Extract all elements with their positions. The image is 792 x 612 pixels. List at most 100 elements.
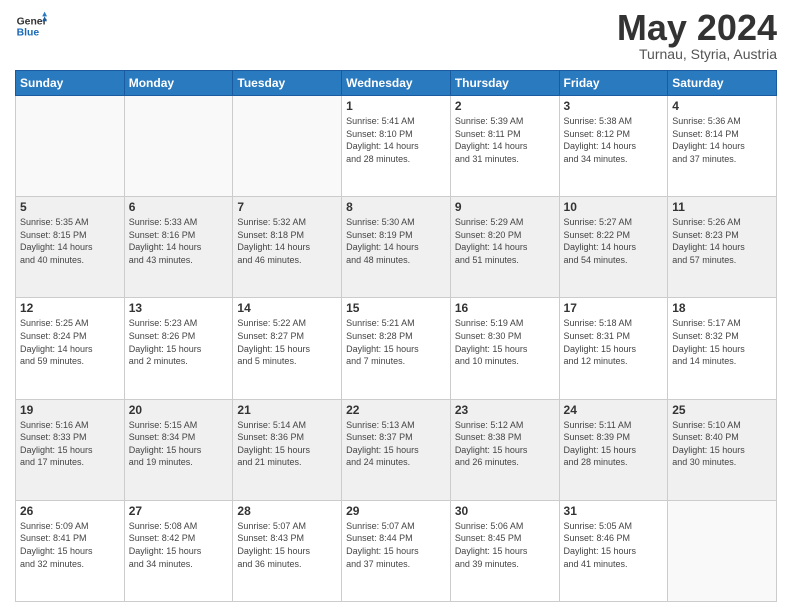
day-info: Sunrise: 5:19 AMSunset: 8:30 PMDaylight:… (455, 317, 555, 367)
day-info: Sunrise: 5:09 AMSunset: 8:41 PMDaylight:… (20, 520, 120, 570)
day-info: Sunrise: 5:29 AMSunset: 8:20 PMDaylight:… (455, 216, 555, 266)
table-row: 24 Sunrise: 5:11 AMSunset: 8:39 PMDayligh… (559, 399, 668, 500)
day-info: Sunrise: 5:41 AMSunset: 8:10 PMDaylight:… (346, 115, 446, 165)
table-row: 15 Sunrise: 5:21 AMSunset: 8:28 PMDayligh… (342, 298, 451, 399)
col-friday: Friday (559, 71, 668, 96)
day-number: 11 (672, 200, 772, 214)
table-row: 2Sunrise: 5:39 AMSunset: 8:11 PMDaylight… (450, 96, 559, 197)
col-thursday: Thursday (450, 71, 559, 96)
day-number: 4 (672, 99, 772, 113)
table-row: 3 Sunrise: 5:38 AMSunset: 8:12 PMDaylight… (559, 96, 668, 197)
table-row: 19Sunrise: 5:16 AMSunset: 8:33 PMDayligh… (16, 399, 125, 500)
title-block: May 2024 Turnau, Styria, Austria (617, 10, 777, 62)
calendar-table: Sunday Monday Tuesday Wednesday Thursday… (15, 70, 777, 602)
table-row (233, 96, 342, 197)
day-info: Sunrise: 5:35 AMSunset: 8:15 PMDaylight:… (20, 216, 120, 266)
calendar-week-4: 19Sunrise: 5:16 AMSunset: 8:33 PMDayligh… (16, 399, 777, 500)
day-info: Sunrise: 5:36 AMSunset: 8:14 PMDaylight:… (672, 115, 772, 165)
table-row: 12 Sunrise: 5:25 AMSunset: 8:24 PMDayligh… (16, 298, 125, 399)
table-row: 25 Sunrise: 5:10 AMSunset: 8:40 PMDayligh… (668, 399, 777, 500)
day-number: 24 (564, 403, 664, 417)
day-info: Sunrise: 5:11 AMSunset: 8:39 PMDaylight:… (564, 419, 664, 469)
col-tuesday: Tuesday (233, 71, 342, 96)
table-row: 26 Sunrise: 5:09 AMSunset: 8:41 PMDayligh… (16, 500, 125, 601)
table-row: 8Sunrise: 5:30 AMSunset: 8:19 PMDaylight… (342, 197, 451, 298)
table-row: 21Sunrise: 5:14 AMSunset: 8:36 PMDayligh… (233, 399, 342, 500)
day-number: 16 (455, 301, 555, 315)
day-number: 22 (346, 403, 446, 417)
table-row: 9 Sunrise: 5:29 AMSunset: 8:20 PMDaylight… (450, 197, 559, 298)
day-info: Sunrise: 5:10 AMSunset: 8:40 PMDaylight:… (672, 419, 772, 469)
table-row: 18 Sunrise: 5:17 AMSunset: 8:32 PMDayligh… (668, 298, 777, 399)
day-info: Sunrise: 5:25 AMSunset: 8:24 PMDaylight:… (20, 317, 120, 367)
day-info: Sunrise: 5:30 AMSunset: 8:19 PMDaylight:… (346, 216, 446, 266)
col-wednesday: Wednesday (342, 71, 451, 96)
table-row (124, 96, 233, 197)
day-number: 19 (20, 403, 120, 417)
table-row: 23Sunrise: 5:12 AMSunset: 8:38 PMDayligh… (450, 399, 559, 500)
day-info: Sunrise: 5:38 AMSunset: 8:12 PMDaylight:… (564, 115, 664, 165)
table-row: 13 Sunrise: 5:23 AMSunset: 8:26 PMDayligh… (124, 298, 233, 399)
day-info: Sunrise: 5:23 AMSunset: 8:26 PMDaylight:… (129, 317, 229, 367)
day-number: 12 (20, 301, 120, 315)
day-number: 28 (237, 504, 337, 518)
table-row: 22 Sunrise: 5:13 AMSunset: 8:37 PMDayligh… (342, 399, 451, 500)
day-number: 27 (129, 504, 229, 518)
day-number: 10 (564, 200, 664, 214)
day-info: Sunrise: 5:33 AMSunset: 8:16 PMDaylight:… (129, 216, 229, 266)
day-number: 7 (237, 200, 337, 214)
calendar-week-5: 26 Sunrise: 5:09 AMSunset: 8:41 PMDayligh… (16, 500, 777, 601)
page: General Blue May 2024 Turnau, Styria, Au… (0, 0, 792, 612)
day-info: Sunrise: 5:15 AMSunset: 8:34 PMDaylight:… (129, 419, 229, 469)
day-number: 30 (455, 504, 555, 518)
col-monday: Monday (124, 71, 233, 96)
day-number: 13 (129, 301, 229, 315)
calendar-header-row: Sunday Monday Tuesday Wednesday Thursday… (16, 71, 777, 96)
day-info: Sunrise: 5:21 AMSunset: 8:28 PMDaylight:… (346, 317, 446, 367)
table-row (16, 96, 125, 197)
header: General Blue May 2024 Turnau, Styria, Au… (15, 10, 777, 62)
day-number: 25 (672, 403, 772, 417)
day-number: 3 (564, 99, 664, 113)
day-number: 15 (346, 301, 446, 315)
table-row (668, 500, 777, 601)
svg-text:Blue: Blue (17, 28, 40, 39)
day-number: 14 (237, 301, 337, 315)
table-row: 30 Sunrise: 5:06 AMSunset: 8:45 PMDayligh… (450, 500, 559, 601)
day-info: Sunrise: 5:05 AMSunset: 8:46 PMDaylight:… (564, 520, 664, 570)
table-row: 16 Sunrise: 5:19 AMSunset: 8:30 PMDayligh… (450, 298, 559, 399)
col-saturday: Saturday (668, 71, 777, 96)
day-info: Sunrise: 5:12 AMSunset: 8:38 PMDaylight:… (455, 419, 555, 469)
day-info: Sunrise: 5:14 AMSunset: 8:36 PMDaylight:… (237, 419, 337, 469)
day-info: Sunrise: 5:13 AMSunset: 8:37 PMDaylight:… (346, 419, 446, 469)
day-info: Sunrise: 5:27 AMSunset: 8:22 PMDaylight:… (564, 216, 664, 266)
table-row: 1 Sunrise: 5:41 AMSunset: 8:10 PMDaylight… (342, 96, 451, 197)
table-row: 11 Sunrise: 5:26 AMSunset: 8:23 PMDayligh… (668, 197, 777, 298)
day-info: Sunrise: 5:22 AMSunset: 8:27 PMDaylight:… (237, 317, 337, 367)
table-row: 17 Sunrise: 5:18 AMSunset: 8:31 PMDayligh… (559, 298, 668, 399)
day-info: Sunrise: 5:17 AMSunset: 8:32 PMDaylight:… (672, 317, 772, 367)
table-row: 7Sunrise: 5:32 AMSunset: 8:18 PMDaylight… (233, 197, 342, 298)
table-row: 29Sunrise: 5:07 AMSunset: 8:44 PMDayligh… (342, 500, 451, 601)
table-row: 4 Sunrise: 5:36 AMSunset: 8:14 PMDaylight… (668, 96, 777, 197)
logo-icon: General Blue (15, 10, 47, 42)
location-subtitle: Turnau, Styria, Austria (617, 46, 777, 62)
day-number: 2 (455, 99, 555, 113)
day-number: 26 (20, 504, 120, 518)
day-number: 17 (564, 301, 664, 315)
calendar-week-2: 5Sunrise: 5:35 AMSunset: 8:15 PMDaylight… (16, 197, 777, 298)
day-number: 9 (455, 200, 555, 214)
table-row: 28Sunrise: 5:07 AMSunset: 8:43 PMDayligh… (233, 500, 342, 601)
table-row: 5Sunrise: 5:35 AMSunset: 8:15 PMDaylight… (16, 197, 125, 298)
day-info: Sunrise: 5:26 AMSunset: 8:23 PMDaylight:… (672, 216, 772, 266)
day-info: Sunrise: 5:18 AMSunset: 8:31 PMDaylight:… (564, 317, 664, 367)
table-row: 14 Sunrise: 5:22 AMSunset: 8:27 PMDayligh… (233, 298, 342, 399)
day-number: 29 (346, 504, 446, 518)
table-row: 31Sunrise: 5:05 AMSunset: 8:46 PMDayligh… (559, 500, 668, 601)
month-title: May 2024 (617, 10, 777, 46)
day-number: 18 (672, 301, 772, 315)
day-number: 1 (346, 99, 446, 113)
day-info: Sunrise: 5:06 AMSunset: 8:45 PMDaylight:… (455, 520, 555, 570)
table-row: 6Sunrise: 5:33 AMSunset: 8:16 PMDaylight… (124, 197, 233, 298)
table-row: 20Sunrise: 5:15 AMSunset: 8:34 PMDayligh… (124, 399, 233, 500)
